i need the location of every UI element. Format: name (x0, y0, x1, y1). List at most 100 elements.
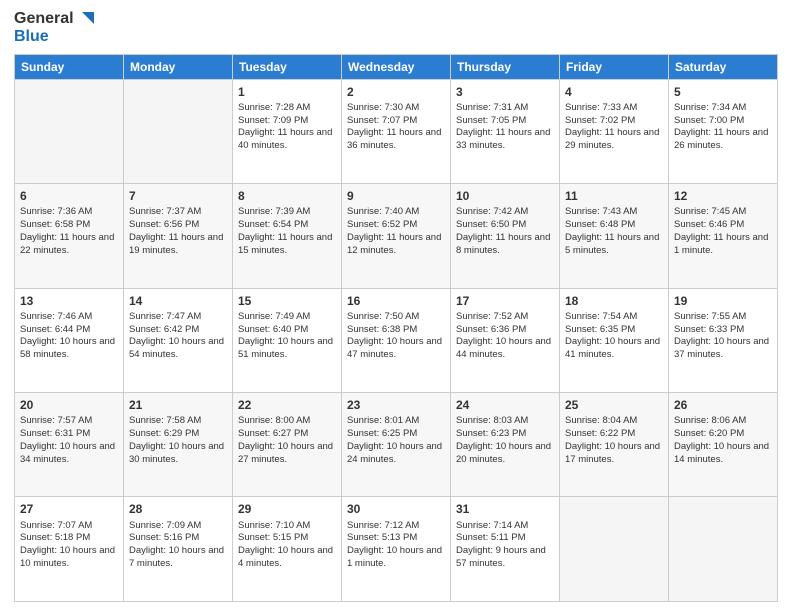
calendar-table: SundayMondayTuesdayWednesdayThursdayFrid… (14, 54, 778, 602)
day-number: 24 (456, 397, 554, 413)
sunset-text: Sunset: 6:48 PM (565, 219, 635, 230)
calendar-cell: 27 Sunrise: 7:07 AMSunset: 5:18 PM Dayligh… (15, 497, 124, 602)
day-number: 26 (674, 397, 772, 413)
day-number: 17 (456, 293, 554, 309)
calendar-cell: 8Sunrise: 7:39 AMSunset: 6:54 PMDaylight… (233, 184, 342, 288)
daylight-text: Daylight: 11 hours and 22 minutes. (20, 232, 114, 256)
day-number: 30 (347, 501, 445, 517)
logo-general-text: General (14, 10, 74, 28)
sunrise-text: Sunrise: 7:36 AM (20, 206, 92, 217)
calendar-cell: 25Sunrise: 8:04 AMSunset: 6:22 PMDayligh… (560, 393, 669, 497)
day-header-saturday: Saturday (669, 54, 778, 79)
calendar-cell: 1Sunrise: 7:28 AMSunset: 7:09 PMDaylight… (233, 79, 342, 183)
sunset-text: Sunset: 5:16 PM (129, 532, 199, 543)
sunset-text: Sunset: 6:23 PM (456, 428, 526, 439)
calendar-page: General Blue SundayMondayTuesdayWednesda… (0, 0, 792, 612)
calendar-week-row: 20Sunrise: 7:57 AMSunset: 6:31 PMDayligh… (15, 393, 778, 497)
calendar-cell: 14 Sunrise: 7:47 AM Sunset: 6:42 PMDayligh… (124, 288, 233, 392)
daylight-text: Daylight: 10 hours and 30 minutes. (129, 441, 224, 465)
sunrise-text: Sunrise: 7:54 AM (565, 311, 637, 322)
calendar-cell: 22Sunrise: 8:00 AMSunset: 6:27 PMDayligh… (233, 393, 342, 497)
sunrise-text: Sunrise: 7:58 AM (129, 415, 201, 426)
day-number: 27 (20, 501, 118, 517)
day-number: 11 (565, 188, 663, 204)
sunset-text: Sunset: 6:42 PM (129, 324, 199, 335)
calendar-cell: 6Sunrise: 7:36 AMSunset: 6:58 PMDaylight… (15, 184, 124, 288)
sunset-text: Sunset: 6:35 PM (565, 324, 635, 335)
calendar-cell: 18Sunrise: 7:54 AMSunset: 6:35 PMDayligh… (560, 288, 669, 392)
calendar-week-row: 1Sunrise: 7:28 AMSunset: 7:09 PMDaylight… (15, 79, 778, 183)
calendar-week-row: 13 Sunrise: 7:46 AM Sunset: 6:44 PM Dayligh… (15, 288, 778, 392)
sunset-text: Sunset: 7:09 PM (238, 115, 308, 126)
sunset-text: Sunset: 6:20 PM (674, 428, 744, 439)
day-number: 8 (238, 188, 336, 204)
sunrise-text: Sunrise: 7:42 AM (456, 206, 528, 217)
day-number: 4 (565, 84, 663, 100)
calendar-week-row: 27 Sunrise: 7:07 AMSunset: 5:18 PM Dayligh… (15, 497, 778, 602)
sunrise-text: Sunrise: 7:57 AM (20, 415, 92, 426)
calendar-cell: 21Sunrise: 7:58 AMSunset: 6:29 PMDayligh… (124, 393, 233, 497)
sunset-text: Sunset: 5:15 PM (238, 532, 308, 543)
sunrise-text: Sunrise: 8:01 AM (347, 415, 419, 426)
calendar-cell: 31Sunrise: 7:14 AMSunset: 5:11 PMDayligh… (451, 497, 560, 602)
sunset-text: Sunset: 7:05 PM (456, 115, 526, 126)
sunrise-text: Sunrise: 7:10 AM (238, 520, 310, 531)
sunset-text: Sunset: 5:11 PM (456, 532, 526, 543)
sunrise-text: Sunrise: 7:49 AM (238, 311, 310, 322)
sunset-text: Sunset: 5:18 PM (20, 532, 90, 543)
sunset-text: Sunset: 6:36 PM (456, 324, 526, 335)
daylight-text: Daylight: 11 hours and 5 minutes. (565, 232, 659, 256)
calendar-cell: 4Sunrise: 7:33 AMSunset: 7:02 PMDaylight… (560, 79, 669, 183)
day-number: 12 (674, 188, 772, 204)
sunrise-text: Sunrise: 7:34 AM (674, 102, 746, 113)
sunrise-text: Sunrise: 8:06 AM (674, 415, 746, 426)
daylight-text: Daylight: 11 hours and 33 minutes. (456, 127, 550, 151)
sunrise-text: Sunrise: 7:46 AM (20, 311, 92, 322)
calendar-cell: 2Sunrise: 7:30 AMSunset: 7:07 PMDaylight… (342, 79, 451, 183)
daylight-text: Daylight: 10 hours and 14 minutes. (674, 441, 769, 465)
sunrise-text: Sunrise: 7:47 AM (129, 311, 201, 322)
sunset-text: Sunset: 6:44 PM (20, 324, 90, 335)
calendar-cell: 30Sunrise: 7:12 AMSunset: 5:13 PMDayligh… (342, 497, 451, 602)
calendar-cell: 17Sunrise: 7:52 AMSunset: 6:36 PMDayligh… (451, 288, 560, 392)
day-number: 15 (238, 293, 336, 309)
calendar-cell: 10Sunrise: 7:42 AMSunset: 6:50 PMDayligh… (451, 184, 560, 288)
day-number: 25 (565, 397, 663, 413)
calendar-cell (669, 497, 778, 602)
day-number: 13 (20, 293, 118, 309)
calendar-cell: 11Sunrise: 7:43 AMSunset: 6:48 PMDayligh… (560, 184, 669, 288)
sunset-text: Sunset: 6:31 PM (20, 428, 90, 439)
sunrise-text: Sunrise: 7:12 AM (347, 520, 419, 531)
sunrise-text: Sunrise: 7:50 AM (347, 311, 419, 322)
daylight-text: Daylight: 10 hours and 1 minute. (347, 545, 442, 569)
sunrise-text: Sunrise: 8:04 AM (565, 415, 637, 426)
calendar-cell: 12Sunrise: 7:45 AMSunset: 6:46 PMDayligh… (669, 184, 778, 288)
sunset-text: Sunset: 6:58 PM (20, 219, 90, 230)
logo-triangle-icon (76, 10, 94, 28)
day-header-thursday: Thursday (451, 54, 560, 79)
daylight-text: Daylight: 10 hours and 54 minutes. (129, 336, 224, 360)
sunrise-text: Sunrise: 7:28 AM (238, 102, 310, 113)
daylight-text: Daylight: 10 hours and 47 minutes. (347, 336, 442, 360)
day-header-tuesday: Tuesday (233, 54, 342, 79)
calendar-cell: 5Sunrise: 7:34 AMSunset: 7:00 PMDaylight… (669, 79, 778, 183)
sunset-text: Sunset: 6:33 PM (674, 324, 744, 335)
logo-blue-text: Blue (14, 28, 49, 46)
day-number: 3 (456, 84, 554, 100)
day-number: 31 (456, 501, 554, 517)
daylight-text: Daylight: 10 hours and 10 minutes. (20, 545, 115, 569)
daylight-text: Daylight: 10 hours and 44 minutes. (456, 336, 551, 360)
daylight-text: Daylight: 11 hours and 29 minutes. (565, 127, 659, 151)
day-number: 14 (129, 293, 227, 309)
day-number: 28 (129, 501, 227, 517)
daylight-text: Daylight: 10 hours and 17 minutes. (565, 441, 660, 465)
daylight-text: Daylight: 11 hours and 36 minutes. (347, 127, 441, 151)
daylight-text: Daylight: 10 hours and 51 minutes. (238, 336, 333, 360)
sunrise-text: Sunrise: 7:39 AM (238, 206, 310, 217)
day-header-sunday: Sunday (15, 54, 124, 79)
sunset-text: Sunset: 6:50 PM (456, 219, 526, 230)
sunrise-text: Sunrise: 7:07 AM (20, 520, 92, 531)
day-number: 23 (347, 397, 445, 413)
daylight-text: Daylight: 10 hours and 20 minutes. (456, 441, 551, 465)
calendar-cell (15, 79, 124, 183)
